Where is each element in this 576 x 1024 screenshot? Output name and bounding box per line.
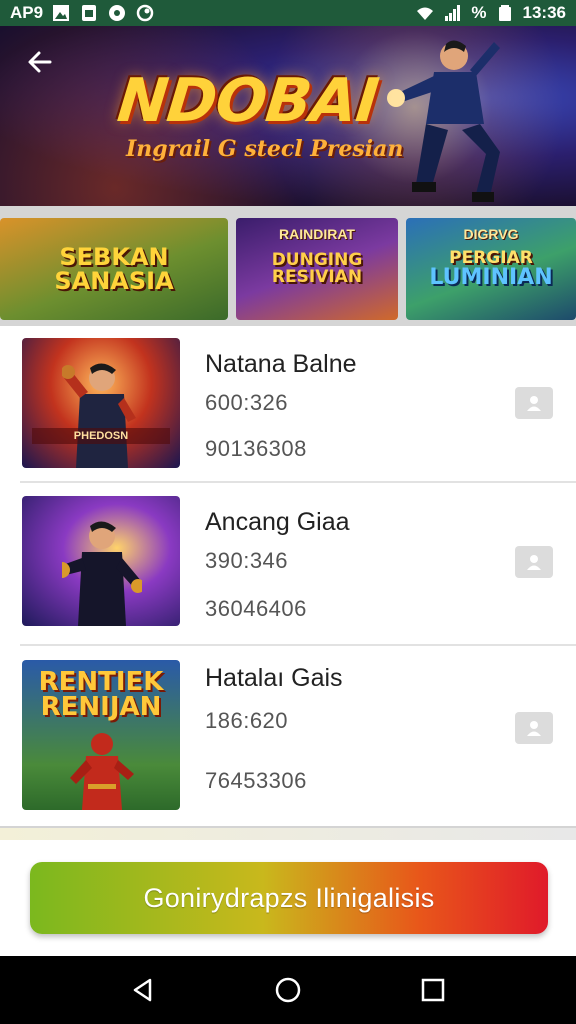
list-item-thumbnail: RENTIEK RENIJAN (22, 660, 180, 810)
hero-banner: NDOBAI Ingrail G stecl Presian (0, 26, 576, 206)
square-recents-icon (422, 978, 445, 1002)
list-overflow-strip (0, 826, 576, 840)
character-illustration (62, 521, 142, 626)
hero-subtitle: Ingrail G stecl Presian (126, 136, 404, 162)
character-illustration (70, 733, 134, 810)
thumbnail-label: PHEDOSN (32, 428, 170, 444)
featured-banner-row: SEBKAN SANASIA RAINDIRAT DUNGING RESIVIA… (0, 206, 576, 326)
banner-1-text: SEBKAN SANASIA (54, 245, 173, 293)
list-item-thumbnail: PHEDOSN (22, 338, 180, 468)
system-nav-bar (0, 956, 576, 1024)
banner-3-line2: LUMINIAN (429, 264, 553, 290)
nav-back-button[interactable] (115, 962, 171, 1018)
list-item[interactable]: RENTIEK RENIJAN Hatalaı Gais 186:620 764… (0, 646, 576, 810)
person-icon (527, 721, 541, 736)
battery-percent: % (471, 3, 487, 22)
list-item-line2: 90136308 (205, 436, 307, 461)
list-item-name: Hatalaı Gais (205, 664, 343, 692)
back-button[interactable] (20, 42, 60, 82)
list-item-line1: 390:346 (205, 548, 289, 573)
list-item[interactable]: Ancang Giaa 390:346 36046406 (0, 486, 576, 646)
profile-button[interactable] (515, 546, 553, 578)
list-item-name: Natana Balne (205, 350, 357, 378)
profile-button[interactable] (515, 387, 553, 419)
triangle-back-icon (133, 978, 151, 1002)
primary-action-label: Gonirydrapzs Ilinigalisis (143, 882, 435, 913)
status-time: 13:36 (522, 3, 566, 22)
banner-3-text: PERGIAR LUMINIAN (429, 247, 553, 290)
list-item-line2: 36046406 (205, 596, 307, 621)
status-bar: AP9 % 13:36 (0, 0, 576, 26)
list-item-line1: 186:620 (205, 708, 289, 733)
list-item[interactable]: PHEDOSN Natana Balne 600:326 90136308 (0, 326, 576, 486)
list-item-thumbnail (22, 496, 180, 626)
signal-icon (443, 4, 463, 22)
status-right: % 13:36 (415, 3, 566, 23)
featured-banner-3[interactable]: DIGRVG PERGIAR LUMINIAN (406, 218, 576, 320)
nav-recents-button[interactable] (405, 962, 461, 1018)
footer-area: Gonirydrapzs Ilinigalisis (0, 840, 576, 956)
person-icon (527, 555, 541, 570)
carrier-label: AP9 (10, 3, 44, 22)
banner-2-text: DUNGING RESIVIAN (272, 252, 363, 286)
hero-title: NDOBAI (114, 66, 382, 136)
person-icon (527, 396, 541, 411)
character-illustration (62, 363, 136, 468)
primary-action-button[interactable]: Gonirydrapzs Ilinigalisis (30, 862, 548, 934)
list-divider (20, 481, 576, 483)
nav-home-button[interactable] (260, 962, 316, 1018)
thumbnail-title-line1: RENTIEK (38, 667, 164, 697)
hero-character-illustration (387, 40, 500, 202)
banner-1-line2: SANASIA (54, 267, 174, 295)
battery-icon (495, 4, 515, 22)
list-item-name: Ancang Giaa (205, 508, 350, 536)
list-item-line2: 76453306 (205, 768, 307, 793)
image-icon (51, 4, 71, 22)
sim-icon (79, 4, 99, 22)
sync-icon (135, 4, 155, 22)
banner-2-line2: RESIVIAN (271, 267, 363, 287)
arrow-left-icon (28, 51, 52, 73)
list-item-line1: 600:326 (205, 390, 289, 415)
featured-banner-1[interactable]: SEBKAN SANASIA (0, 218, 228, 320)
game-list: PHEDOSN Natana Balne 600:326 90136308 An… (0, 326, 576, 836)
wifi-icon (415, 4, 435, 22)
profile-button[interactable] (515, 712, 553, 744)
banner-3-line1: PERGIAR (449, 247, 533, 268)
record-icon (107, 4, 127, 22)
circle-home-icon (275, 977, 301, 1003)
banner-2-top-label: RAINDIRAT (279, 226, 355, 242)
banner-3-top-label: DIGRVG (463, 226, 519, 242)
banner-1-line1: SEBKAN (59, 243, 169, 271)
status-left: AP9 (10, 3, 155, 23)
featured-banner-2[interactable]: RAINDIRAT DUNGING RESIVIAN (236, 218, 398, 320)
